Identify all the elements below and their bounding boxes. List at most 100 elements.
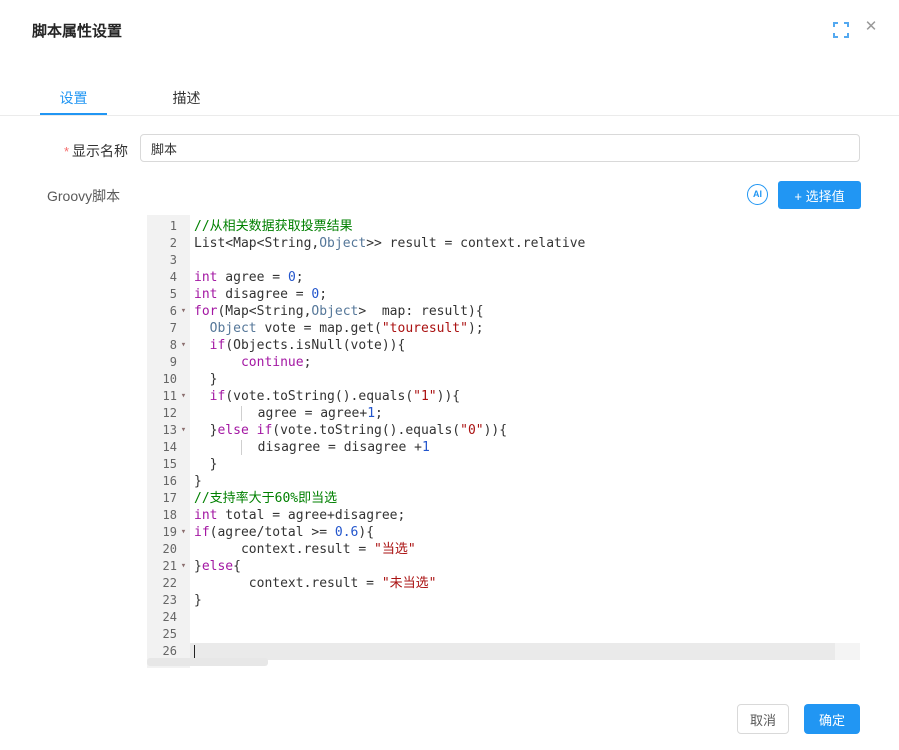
select-value-button[interactable]: + 选择值 xyxy=(778,181,861,209)
display-name-input[interactable] xyxy=(140,134,860,162)
code-line-text[interactable] xyxy=(190,252,862,269)
fold-gutter-cell xyxy=(177,643,190,660)
code-line-text[interactable]: if(Objects.isNull(vote)){ xyxy=(190,337,862,354)
code-editor[interactable]: 1 //从相关数据获取投票结果 2 List<Map<String,Object>> … xyxy=(147,215,862,668)
code-line-text[interactable]: continue; xyxy=(190,354,862,371)
fold-icon[interactable]: ▾ xyxy=(177,558,190,575)
code-line[interactable]: 1 //从相关数据获取投票结果 xyxy=(147,218,862,235)
code-line-text[interactable]: List<Map<String,Object>> result = contex… xyxy=(190,235,862,252)
fold-gutter-cell xyxy=(177,235,190,252)
code-line-text[interactable]: } xyxy=(190,456,862,473)
code-line-text[interactable]: } xyxy=(190,371,862,388)
code-line[interactable]: 2 List<Map<String,Object>> result = conte… xyxy=(147,235,862,252)
code-line[interactable]: 17 //支持率大于60%即当选 xyxy=(147,490,862,507)
code-line[interactable]: 9 continue; xyxy=(147,354,862,371)
line-number[interactable]: 2 xyxy=(147,235,177,252)
code-line-text[interactable]: int disagree = 0; xyxy=(190,286,862,303)
line-number[interactable]: 12 xyxy=(147,405,177,422)
code-line[interactable]: 5 int disagree = 0; xyxy=(147,286,862,303)
line-number[interactable]: 13 xyxy=(147,422,177,439)
code-line-text[interactable]: agree = agree+1; xyxy=(190,405,862,422)
tab-description[interactable]: 描述 xyxy=(153,88,220,115)
code-line-text[interactable]: disagree = disagree +1 xyxy=(190,439,862,456)
fold-gutter-cell xyxy=(177,592,190,609)
line-number[interactable]: 3 xyxy=(147,252,177,269)
line-number[interactable]: 25 xyxy=(147,626,177,643)
code-line-text[interactable]: context.result = "当选" xyxy=(190,541,862,558)
code-line-text[interactable]: if(vote.toString().equals("1")){ xyxy=(190,388,862,405)
code-line[interactable]: 23} xyxy=(147,592,862,609)
code-line[interactable]: 15 } xyxy=(147,456,862,473)
line-number[interactable]: 14 xyxy=(147,439,177,456)
code-line-text[interactable]: //支持率大于60%即当选 xyxy=(190,490,862,507)
line-number[interactable]: 11 xyxy=(147,388,177,405)
code-line[interactable]: 19▾if(agree/total >= 0.6){ xyxy=(147,524,862,541)
code-line-text[interactable]: for(Map<String,Object> map: result){ xyxy=(190,303,862,320)
fold-icon[interactable]: ▾ xyxy=(177,303,190,320)
line-number[interactable]: 26 xyxy=(147,643,177,660)
fold-icon[interactable]: ▾ xyxy=(177,337,190,354)
code-line-text[interactable]: //从相关数据获取投票结果 xyxy=(190,218,862,235)
line-number[interactable]: 8 xyxy=(147,337,177,354)
code-line[interactable]: 6▾for(Map<String,Object> map: result){ xyxy=(147,303,862,320)
code-line-text[interactable] xyxy=(190,643,862,660)
code-line[interactable]: 18 int total = agree+disagree; xyxy=(147,507,862,524)
confirm-button[interactable]: 确定 xyxy=(804,704,860,734)
code-line[interactable]: 12 agree = agree+1; xyxy=(147,405,862,422)
code-line-text[interactable]: }else{ xyxy=(190,558,862,575)
code-line[interactable]: 3 xyxy=(147,252,862,269)
code-line-text[interactable]: Object vote = map.get("touresult"); xyxy=(190,320,862,337)
line-number[interactable]: 4 xyxy=(147,269,177,286)
line-number[interactable]: 19 xyxy=(147,524,177,541)
code-line[interactable]: 7 Object vote = map.get("touresult"); xyxy=(147,320,862,337)
code-line[interactable]: 16} xyxy=(147,473,862,490)
line-number[interactable]: 21 xyxy=(147,558,177,575)
fullscreen-icon[interactable] xyxy=(833,22,849,38)
line-number[interactable]: 6 xyxy=(147,303,177,320)
line-number[interactable]: 15 xyxy=(147,456,177,473)
code-line[interactable]: 24 xyxy=(147,609,862,626)
line-number[interactable]: 24 xyxy=(147,609,177,626)
ai-icon[interactable]: AI xyxy=(747,184,768,205)
code-line-text[interactable]: }else if(vote.toString().equals("0")){ xyxy=(190,422,862,439)
code-line[interactable]: 4 int agree = 0; xyxy=(147,269,862,286)
fold-icon[interactable]: ▾ xyxy=(177,422,190,439)
code-line-text[interactable]: if(agree/total >= 0.6){ xyxy=(190,524,862,541)
fold-gutter-cell xyxy=(177,507,190,524)
line-number[interactable]: 9 xyxy=(147,354,177,371)
line-number[interactable]: 1 xyxy=(147,218,177,235)
code-line-text[interactable] xyxy=(190,609,862,626)
tab-settings[interactable]: 设置 xyxy=(40,88,107,115)
tab-bar: 设置 描述 xyxy=(0,88,899,116)
code-line[interactable]: 22 context.result = "未当选" xyxy=(147,575,862,592)
line-number[interactable]: 17 xyxy=(147,490,177,507)
line-number[interactable]: 5 xyxy=(147,286,177,303)
code-line-text[interactable]: context.result = "未当选" xyxy=(190,575,862,592)
fold-icon[interactable]: ▾ xyxy=(177,388,190,405)
cancel-button[interactable]: 取消 xyxy=(737,704,789,734)
line-number[interactable]: 18 xyxy=(147,507,177,524)
fold-gutter-cell xyxy=(177,252,190,269)
code-line-text[interactable]: int agree = 0; xyxy=(190,269,862,286)
fold-icon[interactable]: ▾ xyxy=(177,524,190,541)
code-line[interactable]: 25 xyxy=(147,626,862,643)
line-number[interactable]: 7 xyxy=(147,320,177,337)
code-line[interactable]: 8▾ if(Objects.isNull(vote)){ xyxy=(147,337,862,354)
code-line[interactable]: 20 context.result = "当选" xyxy=(147,541,862,558)
line-number[interactable]: 10 xyxy=(147,371,177,388)
code-line[interactable]: 21▾}else{ xyxy=(147,558,862,575)
code-line-text[interactable] xyxy=(190,626,862,643)
code-line[interactable]: 10 } xyxy=(147,371,862,388)
close-icon[interactable]: ✕ xyxy=(862,18,880,36)
code-line[interactable]: 14 disagree = disagree +1 xyxy=(147,439,862,456)
line-number[interactable]: 23 xyxy=(147,592,177,609)
groovy-script-label: Groovy脚本 xyxy=(47,186,120,206)
line-number[interactable]: 16 xyxy=(147,473,177,490)
code-line[interactable]: 13▾ }else if(vote.toString().equals("0")… xyxy=(147,422,862,439)
code-line-text[interactable]: } xyxy=(190,473,862,490)
code-line-text[interactable]: int total = agree+disagree; xyxy=(190,507,862,524)
code-line[interactable]: 11▾ if(vote.toString().equals("1")){ xyxy=(147,388,862,405)
code-line-text[interactable]: } xyxy=(190,592,862,609)
line-number[interactable]: 20 xyxy=(147,541,177,558)
line-number[interactable]: 22 xyxy=(147,575,177,592)
